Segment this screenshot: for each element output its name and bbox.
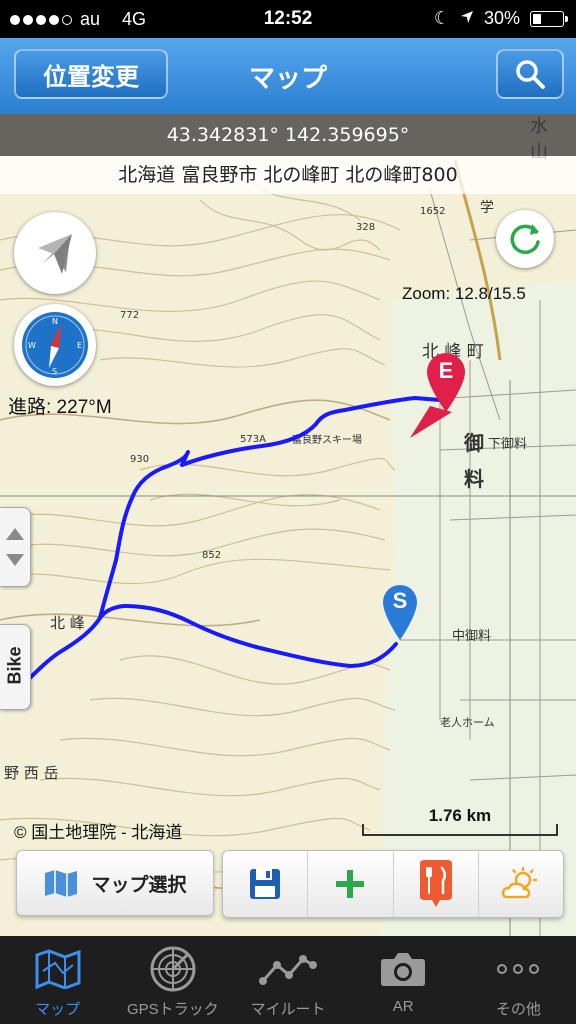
map-icon xyxy=(45,870,78,897)
tab-bar: マップ GPSトラック マイルート AR その他 xyxy=(0,936,576,1024)
camera-icon xyxy=(381,953,426,986)
add-button[interactable] xyxy=(308,851,394,917)
svg-text:下御料: 下御料 xyxy=(488,437,527,452)
svg-text:北 峰: 北 峰 xyxy=(50,614,85,632)
svg-text:中御料: 中御料 xyxy=(452,629,491,644)
save-icon xyxy=(250,869,281,899)
tab-gps-track[interactable]: GPSトラック xyxy=(115,936,230,1024)
svg-text:1652: 1652 xyxy=(420,206,445,217)
tab-ar-label: AR xyxy=(392,998,414,1015)
map-toolbar: マップ選択 xyxy=(0,850,576,920)
radar-icon xyxy=(150,946,196,992)
tab-my-route-label: マイルート xyxy=(250,1001,326,1018)
svg-text:老人ホーム: 老人ホーム xyxy=(440,716,495,729)
tab-my-route[interactable]: マイルート xyxy=(230,936,345,1024)
weather-icon xyxy=(501,867,538,899)
svg-text:学: 学 xyxy=(480,200,494,216)
scale-label: 1.76 km xyxy=(428,806,492,825)
refresh-icon xyxy=(510,224,540,255)
app-root: au 4G 12:52 ☾ 30% 位置変更 マップ 北 峰 町 御 料 下御料… xyxy=(0,0,576,1024)
tab-ar[interactable]: AR xyxy=(346,936,461,1024)
battery-icon xyxy=(530,10,568,27)
tab-other[interactable]: その他 xyxy=(461,936,576,1024)
restaurant-icon xyxy=(419,860,452,907)
map-action-group xyxy=(222,850,564,918)
svg-text:772: 772 xyxy=(120,310,139,321)
bike-mode-label: Bike xyxy=(4,646,25,685)
location-arrow-icon xyxy=(460,8,474,29)
svg-text:御: 御 xyxy=(463,431,484,455)
svg-text:N: N xyxy=(52,317,58,326)
up-down-arrows-icon xyxy=(6,528,24,566)
svg-text:野 西 岳: 野 西 岳 xyxy=(4,764,59,782)
svg-text:852: 852 xyxy=(202,550,221,561)
current-location-button[interactable] xyxy=(14,212,96,294)
restaurant-button[interactable] xyxy=(394,851,479,917)
compass-icon: N S W E xyxy=(22,312,88,378)
svg-text:S: S xyxy=(52,367,57,376)
map-panel-toggle[interactable] xyxy=(0,507,31,587)
weather-button[interactable] xyxy=(479,851,563,917)
tab-map[interactable]: マップ xyxy=(0,936,115,1024)
svg-text:E: E xyxy=(77,341,82,350)
navigation-bar: 位置変更 マップ xyxy=(0,38,576,115)
svg-text:料: 料 xyxy=(464,467,484,491)
search-icon xyxy=(516,60,545,89)
start-marker[interactable]: S xyxy=(380,582,420,642)
status-bar: au 4G 12:52 ☾ 30% xyxy=(0,0,576,38)
map-select-button[interactable]: マップ選択 xyxy=(16,850,214,916)
scale-bar xyxy=(362,824,558,836)
save-button[interactable] xyxy=(223,851,309,917)
zoom-level: Zoom: 12.8/15.5 xyxy=(402,284,526,303)
location-arrow-icon xyxy=(38,234,72,274)
map-copyright: © 国土地理院 - 北海道 xyxy=(14,823,183,842)
battery-percent: 30% xyxy=(483,8,520,28)
search-button[interactable] xyxy=(496,49,564,99)
map-scale: 1.76 km xyxy=(362,806,558,836)
end-marker-label: E xyxy=(438,358,454,383)
heading-readout: 進路: 227°M xyxy=(8,397,112,418)
coordinates-display: 43.342831° 142.359695° xyxy=(0,114,576,156)
compass-button[interactable]: N S W E xyxy=(14,304,96,386)
more-icon xyxy=(497,964,540,974)
address-display: 北海道 富良野市 北の峰町 北の峰町800 xyxy=(0,156,576,194)
bike-mode-tab[interactable]: Bike xyxy=(0,624,31,710)
tab-gps-track-label: GPSトラック xyxy=(126,1001,219,1018)
map-select-label: マップ選択 xyxy=(91,873,187,896)
start-marker-label: S xyxy=(392,588,408,613)
refresh-button[interactable] xyxy=(496,210,554,268)
tab-map-label: マップ xyxy=(35,1001,81,1018)
svg-text:W: W xyxy=(28,341,36,350)
map-icon xyxy=(35,949,81,989)
end-marker[interactable]: E xyxy=(424,350,468,414)
tab-other-label: その他 xyxy=(495,1001,541,1018)
svg-text:930: 930 xyxy=(130,454,149,465)
svg-text:573A: 573A xyxy=(240,434,266,445)
moon-icon: ☾ xyxy=(433,8,450,28)
page-title: マップ xyxy=(248,64,327,94)
add-icon xyxy=(336,870,365,898)
svg-text:328: 328 xyxy=(356,222,375,233)
route-icon xyxy=(259,955,317,985)
